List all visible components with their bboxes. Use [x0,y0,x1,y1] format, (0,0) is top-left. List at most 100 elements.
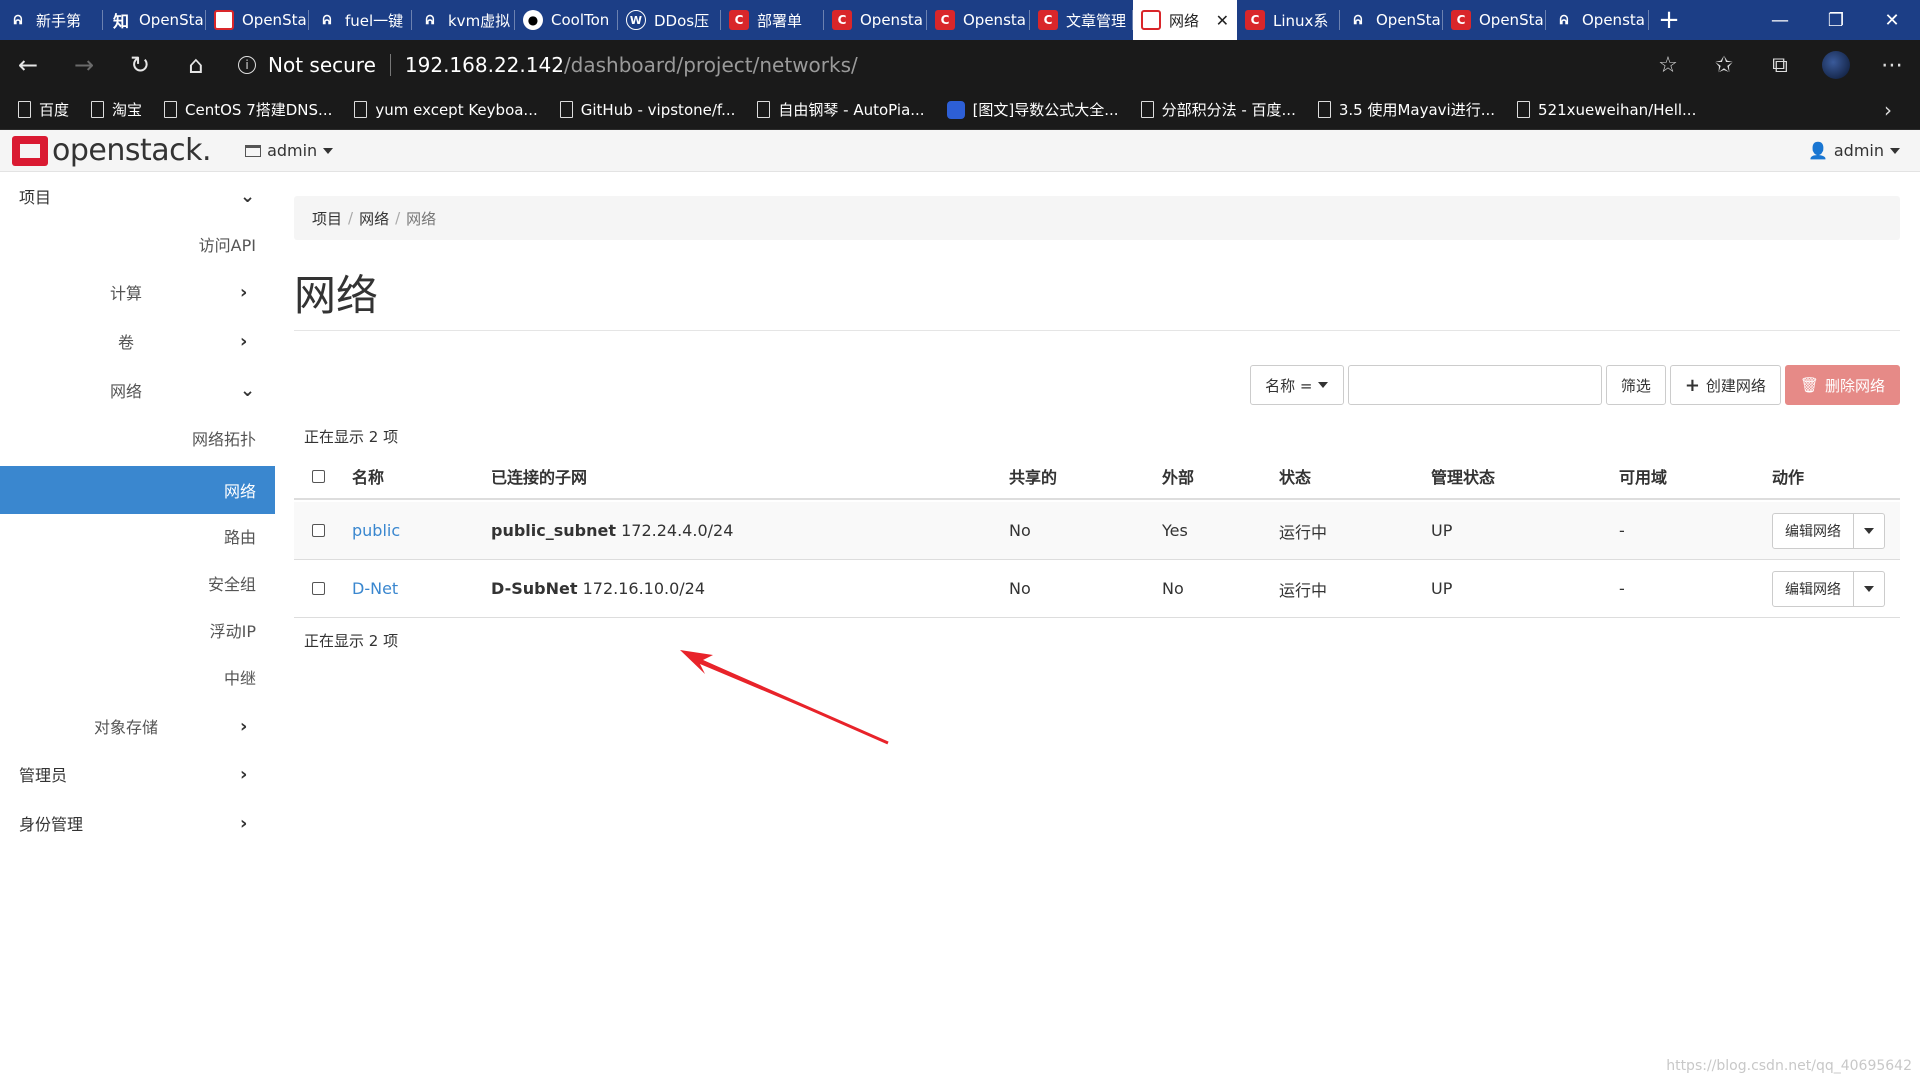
refresh-icon[interactable]: ↻ [112,40,168,90]
column-header[interactable]: 外部 [1162,464,1194,488]
info-icon[interactable]: i [238,56,256,74]
sidebar-item-routers[interactable]: 路由 [0,512,275,560]
edit-network-button[interactable]: 编辑网络 [1772,512,1854,549]
browser-tab[interactable]: C Opensta [824,0,927,40]
avatar[interactable] [1822,51,1850,79]
browser-tab[interactable]: ᕱ OpenSta [1340,0,1443,40]
browser-tab-active[interactable]: 网络 ✕ [1133,0,1237,40]
filter-input[interactable] [1347,365,1602,405]
item-count: 正在显示 2 项 [304,428,399,446]
column-header[interactable]: 已连接的子网 [491,464,587,488]
bookmark[interactable]: CentOS 7搭建DNS... [164,99,332,120]
column-header[interactable]: 共享的 [1009,464,1057,488]
row-actions-dropdown[interactable] [1854,512,1885,549]
browser-tab[interactable]: W DDos压 [618,0,721,40]
favorite-star-icon[interactable]: ☆ [1640,40,1696,90]
page-icon [559,101,573,118]
subnet-cell: D-SubNet 172.16.10.0/24 [491,579,705,598]
browser-tab[interactable]: C Opensta [927,0,1030,40]
breadcrumb-network[interactable]: 网络 [359,208,389,229]
bookmark[interactable]: 分部积分法 - 百度... [1140,99,1296,120]
column-header[interactable]: 管理状态 [1431,464,1495,488]
sidebar-item-object-store[interactable]: 对象存储 › [0,702,275,750]
collections-icon[interactable]: ⧉ [1752,40,1808,90]
column-header[interactable]: 名称 [352,464,384,488]
browser-tab[interactable]: ● CoolTon [515,0,618,40]
network-name-link[interactable]: public [352,521,400,540]
browser-tab[interactable]: ᕱ fuel一键 [309,0,412,40]
favorites-list-icon[interactable]: ✩ [1696,40,1752,90]
row-checkbox[interactable] [312,582,325,595]
row-checkbox[interactable] [312,524,325,537]
openstack-logo[interactable]: openstack. [12,133,212,168]
back-icon[interactable]: ← [0,40,56,90]
browser-tab[interactable]: ᕱ 新手第 [0,0,103,40]
breadcrumb-project[interactable]: 项目 [312,208,342,229]
chevron-down-icon: ⌄ [240,186,256,207]
forward-icon[interactable]: → [56,40,112,90]
chevron-down-icon: ⌄ [240,380,256,401]
browser-tab[interactable]: C OpenSta [1443,0,1546,40]
browser-tab[interactable]: ᕱ Opensta [1546,0,1649,40]
more-menu-icon[interactable]: ⋯ [1864,40,1920,90]
sidebar-item-admin[interactable]: 管理员 › [0,750,275,798]
baidu-paw-icon: ᕱ [425,12,435,27]
browser-tab[interactable]: ᕱ kvm虚拟 [412,0,515,40]
bookmark[interactable]: 淘宝 [91,99,142,120]
openstack-icon [1141,10,1161,30]
sidebar-item-trunks[interactable]: 中继 [0,653,275,701]
create-network-button[interactable]: + 创建网络 [1669,365,1781,405]
sidebar-item-security-groups[interactable]: 安全组 [0,559,275,607]
browser-tab[interactable]: C Linux系 [1237,0,1340,40]
table-row: D-Net D-SubNet 172.16.10.0/24 No No 运行中 … [294,560,1900,618]
edit-network-button[interactable]: 编辑网络 [1772,570,1854,607]
restore-icon[interactable]: ❐ [1808,0,1864,40]
sidebar-item-project[interactable]: 项目 ⌄ [0,172,275,220]
filter-button[interactable]: 筛选 [1605,365,1666,405]
bookmark[interactable]: 百度 [18,99,69,120]
sidebar-item-access-api[interactable]: 访问API [0,220,275,268]
bookmark[interactable]: yum except Keyboa... [354,101,538,119]
column-header[interactable]: 状态 [1279,464,1311,488]
bookmark[interactable]: [图文]导数公式大全... [946,99,1119,120]
column-header[interactable]: 可用域 [1619,464,1667,488]
sidebar-item-volumes[interactable]: 卷 › [0,317,275,365]
filter-field-dropdown[interactable]: 名称 = [1249,365,1344,405]
page-icon [354,101,368,118]
close-window-icon[interactable]: ✕ [1864,0,1920,40]
sidebar-item-network-topology[interactable]: 网络拓扑 [0,414,275,462]
baidu-paw-icon: ᕱ [322,12,332,27]
subnet-name: D-SubNet [491,579,578,598]
sidebar-item-network[interactable]: 网络 ⌄ [0,366,275,414]
bookmark[interactable]: 3.5 使用Mayavi进行... [1317,99,1495,120]
chevron-right-icon[interactable]: › [1884,98,1892,122]
bookmark[interactable]: 521xueweihan/Hell... [1517,101,1696,119]
browser-tab[interactable]: 知 OpenSta [103,0,206,40]
row-actions-dropdown[interactable] [1854,570,1885,607]
csdn-icon: C [935,10,955,30]
browser-tab[interactable]: C 文章管理 [1030,0,1133,40]
browser-tab[interactable]: OpenSta [206,0,309,40]
admin-state-cell: UP [1431,521,1453,540]
url-field[interactable]: i Not secure 192.168.22.142/dashboard/pr… [238,47,1640,83]
project-icon [245,144,262,157]
bookmark[interactable]: 自由钢琴 - AutoPia... [757,99,925,120]
select-all-checkbox[interactable] [312,469,325,483]
home-icon[interactable]: ⌂ [168,40,224,90]
new-tab-icon[interactable]: + [1649,0,1689,40]
minimize-icon[interactable]: — [1752,0,1808,40]
sidebar-item-networks[interactable]: 网络 [0,466,275,514]
delete-networks-button[interactable]: 🗑 删除网络 [1784,365,1900,405]
caret-down-icon [1864,527,1874,534]
close-tab-icon[interactable]: ✕ [1216,11,1229,30]
status-cell: 运行中 [1279,522,1328,542]
user-dropdown[interactable]: 👤 admin [1808,141,1900,160]
sidebar-item-identity[interactable]: 身份管理 › [0,799,275,847]
profile-container[interactable] [1808,40,1864,90]
sidebar-item-floating-ips[interactable]: 浮动IP [0,606,275,654]
browser-tab[interactable]: C 部署单 [721,0,824,40]
network-name-link[interactable]: D-Net [352,579,398,598]
sidebar-item-compute[interactable]: 计算 › [0,268,275,316]
project-dropdown[interactable]: admin [245,141,334,160]
bookmark[interactable]: GitHub - vipstone/f... [559,101,735,119]
